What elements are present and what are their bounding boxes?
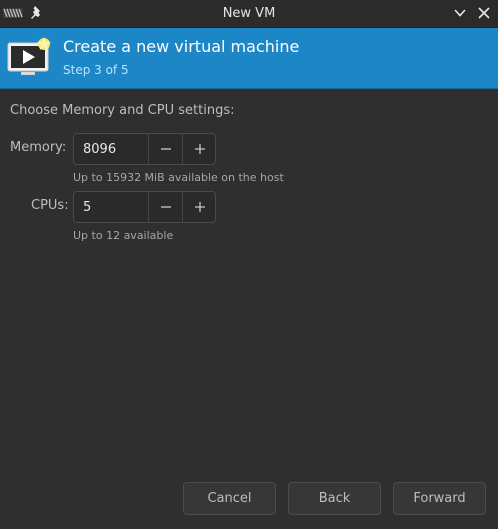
- minus-icon: [161, 206, 171, 208]
- plus-icon: [195, 144, 205, 154]
- minimize-chevron-icon[interactable]: [452, 5, 468, 21]
- cpus-label: CPUs:: [31, 198, 69, 213]
- memory-spinbox: [73, 133, 216, 165]
- cancel-button[interactable]: Cancel: [183, 482, 276, 515]
- minus-icon: [161, 148, 171, 150]
- forward-button[interactable]: Forward: [393, 482, 486, 515]
- memory-decrement-button[interactable]: [148, 134, 182, 164]
- cpus-spinbox: [73, 191, 216, 223]
- cpus-availability-hint: Up to 12 available: [73, 229, 174, 242]
- window-title: New VM: [222, 6, 276, 21]
- back-button[interactable]: Back: [288, 482, 381, 515]
- section-heading: Choose Memory and CPU settings:: [10, 103, 235, 118]
- memory-increment-button[interactable]: [182, 134, 216, 164]
- vm-monitor-star-icon: [7, 37, 51, 75]
- wizard-step-indicator: Step 3 of 5: [63, 63, 129, 77]
- memory-input[interactable]: [74, 134, 148, 164]
- memory-label: Memory:: [10, 140, 67, 155]
- close-icon[interactable]: [476, 5, 492, 21]
- wizard-title: Create a new virtual machine: [63, 37, 300, 56]
- plus-icon: [195, 202, 205, 212]
- wizard-header-banner: Create a new virtual machine Step 3 of 5: [0, 28, 498, 89]
- cpus-input[interactable]: [74, 192, 148, 222]
- cpus-increment-button[interactable]: [182, 192, 216, 222]
- memory-availability-hint: Up to 15932 MiB available on the host: [73, 171, 284, 184]
- cpus-decrement-button[interactable]: [148, 192, 182, 222]
- title-bar: New VM: [0, 0, 498, 28]
